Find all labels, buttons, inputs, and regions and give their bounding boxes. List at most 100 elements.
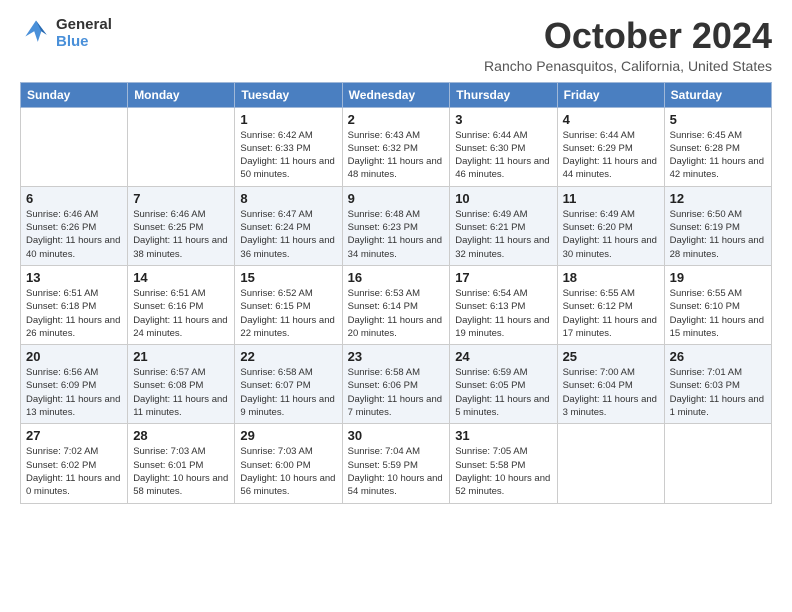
table-row: 28Sunrise: 7:03 AM Sunset: 6:01 PM Dayli… bbox=[128, 424, 235, 503]
day-number: 31 bbox=[455, 428, 551, 443]
table-row: 17 Sunrise: 6:54 AM Sunset: 6:13 PM Dayli… bbox=[450, 265, 557, 344]
table-row: 3 Sunrise: 6:44 AM Sunset: 6:30 PM Daylig… bbox=[450, 107, 557, 186]
table-row: 25 Sunrise: 7:00 AM Sunset: 6:04 PM Dayli… bbox=[557, 345, 664, 424]
logo-text: General Blue bbox=[56, 16, 112, 50]
day-info: Sunrise: 6:51 AM Sunset: 6:16 PM Dayligh… bbox=[133, 287, 229, 340]
table-row: 14 Sunrise: 6:51 AM Sunset: 6:16 PM Dayli… bbox=[128, 265, 235, 344]
day-number: 16 bbox=[348, 270, 445, 285]
calendar-header-row: Sunday Monday Tuesday Wednesday Thursday… bbox=[21, 82, 772, 107]
day-info: Sunrise: 6:46 AM Sunset: 6:25 PM Dayligh… bbox=[133, 208, 229, 261]
day-info: Sunrise: 6:51 AM Sunset: 6:18 PM Dayligh… bbox=[26, 287, 122, 340]
calendar-week-1: 1 Sunrise: 6:42 AM Sunset: 6:33 PM Daylig… bbox=[21, 107, 772, 186]
day-info: Sunrise: 6:47 AM Sunset: 6:24 PM Dayligh… bbox=[240, 208, 336, 261]
page: General Blue October 2024 Rancho Penasqu… bbox=[0, 0, 792, 520]
day-number: 25 bbox=[563, 349, 659, 364]
day-info: Sunrise: 6:43 AM Sunset: 6:32 PM Dayligh… bbox=[348, 129, 445, 182]
logo-icon bbox=[20, 17, 52, 49]
day-number: 13 bbox=[26, 270, 122, 285]
day-number: 9 bbox=[348, 191, 445, 206]
day-number: 15 bbox=[240, 270, 336, 285]
day-number: 1 bbox=[240, 112, 336, 127]
table-row: 27 Sunrise: 7:02 AM Sunset: 6:02 PM Dayli… bbox=[21, 424, 128, 503]
col-tuesday: Tuesday bbox=[235, 82, 342, 107]
day-info: Sunrise: 7:04 AM Sunset: 5:59 PM Dayligh… bbox=[348, 445, 445, 498]
day-number: 20 bbox=[26, 349, 122, 364]
day-number: 21 bbox=[133, 349, 229, 364]
col-thursday: Thursday bbox=[450, 82, 557, 107]
table-row: 6 Sunrise: 6:46 AM Sunset: 6:26 PM Daylig… bbox=[21, 186, 128, 265]
day-number: 27 bbox=[26, 428, 122, 443]
day-info: Sunrise: 6:42 AM Sunset: 6:33 PM Dayligh… bbox=[240, 129, 336, 182]
day-number: 2 bbox=[348, 112, 445, 127]
col-sunday: Sunday bbox=[21, 82, 128, 107]
day-info: Sunrise: 7:05 AM Sunset: 5:58 PM Dayligh… bbox=[455, 445, 551, 498]
table-row: 2 Sunrise: 6:43 AM Sunset: 6:32 PM Daylig… bbox=[342, 107, 450, 186]
day-number: 23 bbox=[348, 349, 445, 364]
day-number: 29 bbox=[240, 428, 336, 443]
table-row: 15 Sunrise: 6:52 AM Sunset: 6:15 PM Dayli… bbox=[235, 265, 342, 344]
month-title: October 2024 bbox=[484, 16, 772, 56]
day-info: Sunrise: 6:46 AM Sunset: 6:26 PM Dayligh… bbox=[26, 208, 122, 261]
day-info: Sunrise: 7:01 AM Sunset: 6:03 PM Dayligh… bbox=[670, 366, 766, 419]
table-row: 5 Sunrise: 6:45 AM Sunset: 6:28 PM Daylig… bbox=[664, 107, 771, 186]
day-info: Sunrise: 6:44 AM Sunset: 6:30 PM Dayligh… bbox=[455, 129, 551, 182]
table-row: 22 Sunrise: 6:58 AM Sunset: 6:07 PM Dayli… bbox=[235, 345, 342, 424]
table-row: 30 Sunrise: 7:04 AM Sunset: 5:59 PM Dayli… bbox=[342, 424, 450, 503]
col-wednesday: Wednesday bbox=[342, 82, 450, 107]
title-block: October 2024 Rancho Penasquitos, Califor… bbox=[484, 16, 772, 74]
table-row bbox=[557, 424, 664, 503]
day-number: 12 bbox=[670, 191, 766, 206]
day-number: 22 bbox=[240, 349, 336, 364]
table-row: 16 Sunrise: 6:53 AM Sunset: 6:14 PM Dayli… bbox=[342, 265, 450, 344]
calendar-week-2: 6 Sunrise: 6:46 AM Sunset: 6:26 PM Daylig… bbox=[21, 186, 772, 265]
day-number: 18 bbox=[563, 270, 659, 285]
day-number: 5 bbox=[670, 112, 766, 127]
day-info: Sunrise: 6:56 AM Sunset: 6:09 PM Dayligh… bbox=[26, 366, 122, 419]
day-info: Sunrise: 6:58 AM Sunset: 6:06 PM Dayligh… bbox=[348, 366, 445, 419]
day-info: Sunrise: 6:53 AM Sunset: 6:14 PM Dayligh… bbox=[348, 287, 445, 340]
day-info: Sunrise: 6:49 AM Sunset: 6:20 PM Dayligh… bbox=[563, 208, 659, 261]
logo: General Blue bbox=[20, 16, 112, 50]
day-info: Sunrise: 6:48 AM Sunset: 6:23 PM Dayligh… bbox=[348, 208, 445, 261]
day-number: 19 bbox=[670, 270, 766, 285]
day-info: Sunrise: 6:57 AM Sunset: 6:08 PM Dayligh… bbox=[133, 366, 229, 419]
day-info: Sunrise: 6:55 AM Sunset: 6:10 PM Dayligh… bbox=[670, 287, 766, 340]
day-info: Sunrise: 7:00 AM Sunset: 6:04 PM Dayligh… bbox=[563, 366, 659, 419]
day-number: 6 bbox=[26, 191, 122, 206]
table-row bbox=[128, 107, 235, 186]
day-number: 3 bbox=[455, 112, 551, 127]
day-number: 17 bbox=[455, 270, 551, 285]
calendar: Sunday Monday Tuesday Wednesday Thursday… bbox=[20, 82, 772, 504]
table-row: 18Sunrise: 6:55 AM Sunset: 6:12 PM Dayli… bbox=[557, 265, 664, 344]
col-friday: Friday bbox=[557, 82, 664, 107]
table-row: 11Sunrise: 6:49 AM Sunset: 6:20 PM Dayli… bbox=[557, 186, 664, 265]
table-row: 1 Sunrise: 6:42 AM Sunset: 6:33 PM Daylig… bbox=[235, 107, 342, 186]
table-row: 29 Sunrise: 7:03 AM Sunset: 6:00 PM Dayli… bbox=[235, 424, 342, 503]
calendar-week-3: 13 Sunrise: 6:51 AM Sunset: 6:18 PM Dayli… bbox=[21, 265, 772, 344]
day-info: Sunrise: 6:58 AM Sunset: 6:07 PM Dayligh… bbox=[240, 366, 336, 419]
day-info: Sunrise: 6:54 AM Sunset: 6:13 PM Dayligh… bbox=[455, 287, 551, 340]
day-number: 8 bbox=[240, 191, 336, 206]
table-row: 9 Sunrise: 6:48 AM Sunset: 6:23 PM Daylig… bbox=[342, 186, 450, 265]
col-saturday: Saturday bbox=[664, 82, 771, 107]
table-row: 7 Sunrise: 6:46 AM Sunset: 6:25 PM Daylig… bbox=[128, 186, 235, 265]
day-number: 28 bbox=[133, 428, 229, 443]
day-info: Sunrise: 7:03 AM Sunset: 6:00 PM Dayligh… bbox=[240, 445, 336, 498]
day-info: Sunrise: 7:02 AM Sunset: 6:02 PM Dayligh… bbox=[26, 445, 122, 498]
day-info: Sunrise: 6:52 AM Sunset: 6:15 PM Dayligh… bbox=[240, 287, 336, 340]
calendar-week-4: 20 Sunrise: 6:56 AM Sunset: 6:09 PM Dayli… bbox=[21, 345, 772, 424]
day-info: Sunrise: 6:50 AM Sunset: 6:19 PM Dayligh… bbox=[670, 208, 766, 261]
day-number: 7 bbox=[133, 191, 229, 206]
table-row: 23 Sunrise: 6:58 AM Sunset: 6:06 PM Dayli… bbox=[342, 345, 450, 424]
table-row: 26Sunrise: 7:01 AM Sunset: 6:03 PM Dayli… bbox=[664, 345, 771, 424]
table-row: 31 Sunrise: 7:05 AM Sunset: 5:58 PM Dayli… bbox=[450, 424, 557, 503]
table-row: 20 Sunrise: 6:56 AM Sunset: 6:09 PM Dayli… bbox=[21, 345, 128, 424]
day-number: 10 bbox=[455, 191, 551, 206]
col-monday: Monday bbox=[128, 82, 235, 107]
table-row: 8 Sunrise: 6:47 AM Sunset: 6:24 PM Daylig… bbox=[235, 186, 342, 265]
day-number: 14 bbox=[133, 270, 229, 285]
table-row: 19 Sunrise: 6:55 AM Sunset: 6:10 PM Dayli… bbox=[664, 265, 771, 344]
day-number: 30 bbox=[348, 428, 445, 443]
table-row bbox=[21, 107, 128, 186]
day-info: Sunrise: 6:45 AM Sunset: 6:28 PM Dayligh… bbox=[670, 129, 766, 182]
